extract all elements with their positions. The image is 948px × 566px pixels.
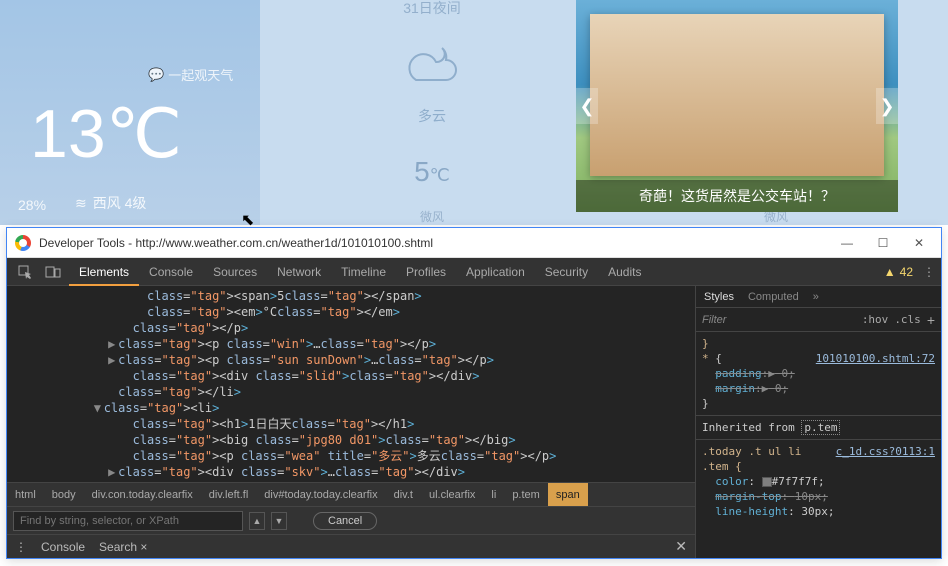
breadcrumb-item[interactable]: li [483, 483, 504, 507]
dom-node[interactable]: class="tag"><p class="wea" title="多云">多云… [7, 448, 695, 464]
ad-carousel[interactable]: ❮ ❯ 奇葩！这货居然是公交车站！？ [576, 0, 898, 212]
tab-computed[interactable]: Computed [748, 291, 799, 303]
dom-tree[interactable]: class="tag"><span>5class="tag"></span> c… [7, 286, 695, 482]
dom-node[interactable]: class="tag"><em>°Cclass="tag"></em> [7, 304, 695, 320]
inspect-element-icon[interactable] [13, 260, 37, 284]
hov-toggle[interactable]: :hov [862, 313, 889, 326]
watch-weather-link[interactable]: 💬 一起观天气 [148, 65, 233, 84]
tab-sources[interactable]: Sources [203, 258, 267, 286]
styles-rules[interactable]: } * { 101010100.shtml:72 padding:▶ 0; ma… [696, 332, 941, 558]
forecast-temp: 5℃ [260, 156, 604, 188]
watch-weather-label: 一起观天气 [168, 65, 233, 84]
breadcrumb[interactable]: htmlbodydiv.con.today.clearfixdiv.left.f… [7, 482, 695, 506]
warning-icon: ▲ [884, 265, 896, 279]
tab-timeline[interactable]: Timeline [331, 258, 396, 286]
tab-styles[interactable]: Styles [704, 291, 734, 303]
wind-icon: ≋ [75, 195, 87, 212]
search-prev-button[interactable]: ▲ [249, 512, 265, 530]
more-tabs-icon[interactable]: » [813, 291, 819, 303]
forecast-wind: 微风 [260, 208, 604, 225]
dom-node[interactable]: ▶class="tag"><p class="win">…class="tag"… [7, 336, 695, 352]
dom-node[interactable]: ▶class="tag"><p class="sun sunDown">…cla… [7, 352, 695, 368]
dom-node[interactable]: class="tag"></li> [7, 384, 695, 400]
styles-filter-row: Filter :hov .cls + [696, 308, 941, 332]
wind-info: ≋ 西风 4级 [75, 193, 146, 213]
tab-network[interactable]: Network [267, 258, 331, 286]
tab-console[interactable]: Console [139, 258, 203, 286]
cls-toggle[interactable]: .cls [894, 313, 921, 326]
carousel-next-button[interactable]: ❯ [876, 88, 898, 124]
devtools-tabs: ElementsConsoleSourcesNetworkTimelinePro… [7, 258, 941, 286]
styles-panel: Styles Computed » Filter :hov .cls + } *… [695, 286, 941, 558]
tab-application[interactable]: Application [456, 258, 535, 286]
dom-node[interactable]: class="tag"></p> [7, 320, 695, 336]
tab-profiles[interactable]: Profiles [396, 258, 456, 286]
search-next-button[interactable]: ▼ [271, 512, 287, 530]
breadcrumb-item[interactable]: div.con.today.clearfix [84, 483, 201, 507]
current-temperature: 13℃ [30, 95, 182, 174]
minimize-button[interactable]: — [833, 233, 861, 253]
forecast-day-header: 31日夜间 [260, 0, 604, 18]
dom-node[interactable]: ▶class="tag"><div class="skv">…class="ta… [7, 464, 695, 480]
dom-node[interactable]: class="tag"><span>5class="tag"></span> [7, 288, 695, 304]
breadcrumb-item[interactable]: p.tem [504, 483, 548, 507]
comment-icon: 💬 [148, 67, 164, 83]
new-rule-button[interactable]: + [927, 312, 935, 328]
carousel-prev-button[interactable]: ❮ [576, 88, 598, 124]
dom-node[interactable]: class="tag"><big class="jpg80 d01">class… [7, 432, 695, 448]
drawer-tabs: ⋮ Console Search × ✕ [7, 534, 695, 558]
drawer-close-icon[interactable]: ✕ [675, 538, 687, 555]
breadcrumb-item[interactable]: div#today.today.clearfix [256, 483, 385, 507]
search-bar: ▲ ▼ Cancel [7, 506, 695, 534]
weather-current-panel: 💬 一起观天气 13℃ 28% ≋ 西风 4级 [0, 0, 260, 225]
warnings-count: 42 [900, 265, 913, 279]
dom-node[interactable]: class="tag"><h1>1日白天class="tag"></h1> [7, 416, 695, 432]
dom-node[interactable]: class="tag"><div class="slid">class="tag… [7, 368, 695, 384]
breadcrumb-item[interactable]: div.left.fl [201, 483, 257, 507]
drawer-menu-icon[interactable]: ⋮ [15, 540, 27, 554]
warnings-badge[interactable]: ▲ 42 [884, 265, 913, 279]
tab-audits[interactable]: Audits [598, 258, 651, 286]
tab-security[interactable]: Security [535, 258, 598, 286]
window-title: Developer Tools - http://www.weather.com… [39, 236, 825, 250]
search-input[interactable] [13, 511, 243, 531]
close-button[interactable]: ✕ [905, 233, 933, 253]
ad-caption: 奇葩！这货居然是公交车站！？ [576, 180, 898, 212]
forecast-desc: 多云 [260, 106, 604, 126]
forecast-day: 31日夜间 多云 5℃ 微风 [260, 0, 604, 225]
maximize-button[interactable]: ☐ [869, 233, 897, 253]
breadcrumb-item[interactable]: ul.clearfix [421, 483, 483, 507]
breadcrumb-item[interactable]: html [7, 483, 44, 507]
window-titlebar: Developer Tools - http://www.weather.com… [7, 228, 941, 258]
wind-value: 西风 4级 [93, 193, 147, 213]
devtools-window: Developer Tools - http://www.weather.com… [6, 227, 942, 559]
drawer-tab-console[interactable]: Console [41, 540, 85, 554]
filter-input[interactable]: Filter [702, 314, 856, 326]
breadcrumb-item[interactable]: body [44, 483, 84, 507]
source-link[interactable]: 101010100.shtml:72 [816, 351, 935, 366]
dom-node[interactable]: ▼class="tag"><li> [7, 400, 695, 416]
tab-elements[interactable]: Elements [69, 258, 139, 286]
cloudy-night-icon [260, 38, 604, 98]
chrome-icon [15, 235, 31, 251]
breadcrumb-item[interactable]: div.t [386, 483, 421, 507]
cancel-button[interactable]: Cancel [313, 512, 377, 530]
breadcrumb-item[interactable]: span [548, 483, 588, 507]
devtools-menu-icon[interactable]: ⋮ [923, 265, 935, 279]
drawer-tab-search[interactable]: Search × [99, 540, 147, 554]
source-link[interactable]: c_1d.css?0113:1 [836, 444, 935, 459]
styles-tabs: Styles Computed » [696, 286, 941, 308]
device-toolbar-icon[interactable] [41, 260, 65, 284]
humidity-value: 28% [18, 197, 46, 213]
